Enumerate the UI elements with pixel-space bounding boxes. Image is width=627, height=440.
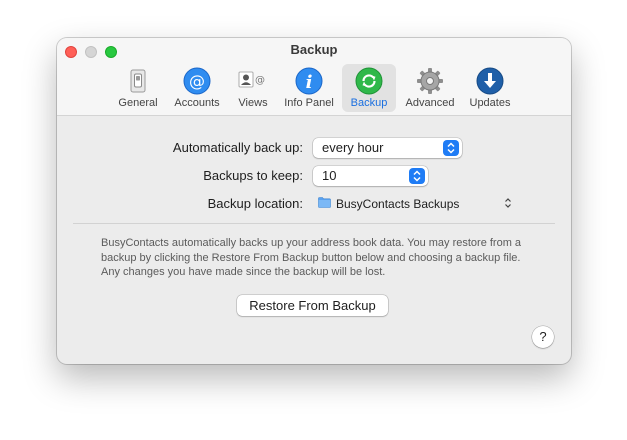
download-arrow-icon bbox=[475, 67, 505, 95]
restore-from-backup-button[interactable]: Restore From Backup bbox=[237, 295, 388, 316]
tab-accounts[interactable]: @ Accounts bbox=[166, 64, 228, 112]
tab-views[interactable]: @ Views bbox=[232, 64, 274, 112]
info-icon: i bbox=[294, 67, 324, 95]
at-sign-icon: @ bbox=[182, 67, 212, 95]
preferences-window: Backup General @ Accounts @ Views i Info… bbox=[57, 38, 571, 364]
backup-location-popup[interactable]: BusyContacts Backups bbox=[318, 197, 512, 211]
tab-general[interactable]: General bbox=[114, 64, 162, 112]
svg-text:i: i bbox=[306, 72, 313, 93]
general-switch-icon bbox=[123, 67, 153, 95]
tab-accounts-label: Accounts bbox=[174, 97, 220, 109]
gear-icon bbox=[415, 67, 445, 95]
popup-chevron-icon bbox=[409, 168, 425, 184]
tab-info-panel[interactable]: i Info Panel bbox=[280, 64, 338, 112]
toolbar: Backup General @ Accounts @ Views i Info… bbox=[57, 38, 571, 116]
tab-info-panel-label: Info Panel bbox=[284, 97, 334, 109]
tab-views-label: Views bbox=[238, 97, 268, 109]
window-title: Backup bbox=[290, 42, 338, 57]
tab-general-label: General bbox=[118, 97, 158, 109]
svg-text:@: @ bbox=[255, 75, 265, 86]
backup-location-label: Backup location: bbox=[207, 196, 303, 211]
popup-chevron-icon bbox=[504, 197, 512, 212]
popup-chevron-icon bbox=[443, 140, 459, 156]
backups-to-keep-value: 10 bbox=[322, 168, 337, 183]
tab-backup[interactable]: Backup bbox=[342, 64, 396, 112]
tab-advanced[interactable]: Advanced bbox=[400, 64, 460, 112]
divider bbox=[73, 223, 555, 224]
folder-icon bbox=[318, 197, 331, 211]
views-icon: @ bbox=[238, 67, 268, 95]
auto-backup-label: Automatically back up: bbox=[172, 140, 303, 155]
auto-backup-popup[interactable]: every hour bbox=[313, 138, 462, 158]
tab-backup-label: Backup bbox=[350, 97, 388, 109]
backup-location-value: BusyContacts Backups bbox=[336, 197, 460, 211]
backup-refresh-icon bbox=[354, 67, 384, 95]
svg-text:@: @ bbox=[189, 72, 205, 91]
backup-description: BusyContacts automatically backs up your… bbox=[101, 237, 522, 278]
help-button[interactable]: ? bbox=[532, 326, 554, 348]
tab-updates-label: Updates bbox=[469, 97, 511, 109]
auto-backup-value: every hour bbox=[322, 140, 384, 155]
tab-advanced-label: Advanced bbox=[405, 97, 455, 109]
backups-to-keep-label: Backups to keep: bbox=[203, 168, 303, 183]
tab-updates[interactable]: Updates bbox=[464, 64, 516, 112]
backups-to-keep-popup[interactable]: 10 bbox=[313, 166, 428, 186]
